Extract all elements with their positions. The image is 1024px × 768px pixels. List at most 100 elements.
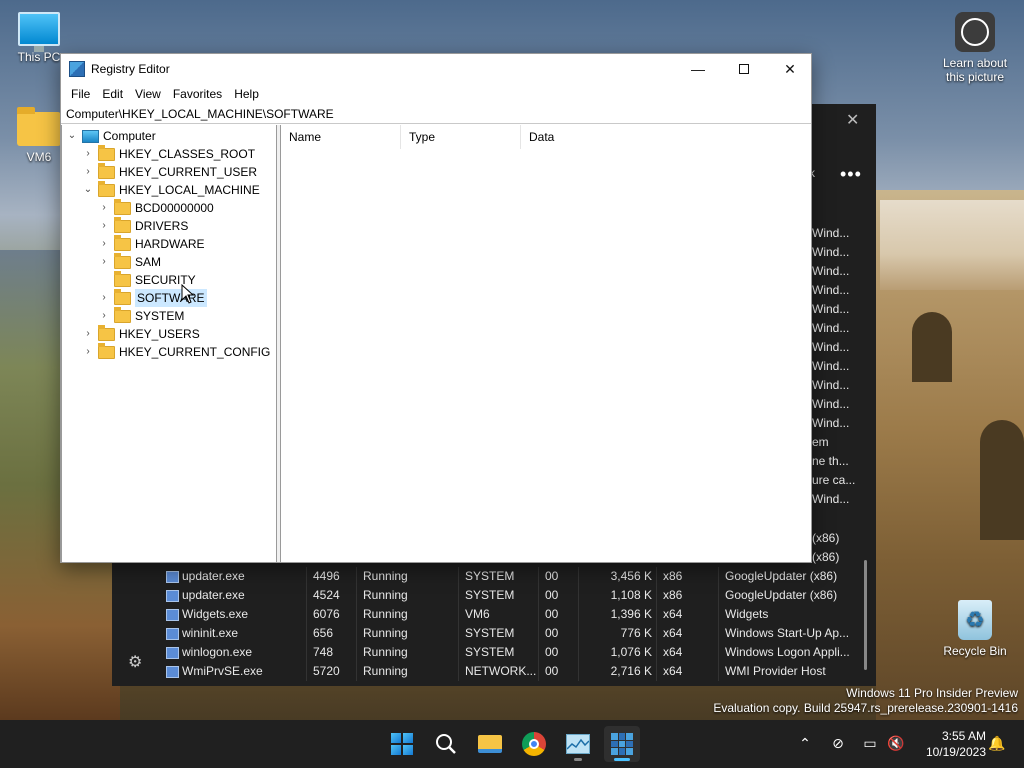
tree-item-bcd[interactable]: › BCD00000000 — [98, 198, 214, 217]
process-status: Running — [356, 605, 458, 624]
title-bar[interactable]: Registry Editor — ✕ — [61, 54, 811, 84]
chevron-right-icon[interactable]: › — [98, 235, 110, 253]
camera-icon — [955, 12, 995, 52]
registry-editor-icon — [611, 733, 633, 755]
chevron-down-icon[interactable]: ⌄ — [82, 181, 94, 199]
windows-start-icon — [391, 733, 413, 755]
settings-gear-icon[interactable]: ⚙ — [128, 652, 142, 672]
menu-help[interactable]: Help — [228, 87, 265, 101]
desktop-icon-learn-about-picture[interactable]: Learn about this picture — [936, 12, 1014, 84]
menu-file[interactable]: File — [65, 87, 96, 101]
active-indicator — [614, 758, 630, 761]
menu-edit[interactable]: Edit — [96, 87, 129, 101]
chevron-right-icon[interactable]: › — [98, 307, 110, 325]
process-pid: 6076 — [306, 605, 356, 624]
registry-editor-window[interactable]: Registry Editor — ✕ File Edit View Favor… — [60, 53, 812, 563]
chevron-right-icon[interactable]: › — [98, 217, 110, 235]
scrollbar-thumb[interactable] — [864, 560, 867, 670]
chevron-right-icon[interactable]: › — [82, 163, 94, 181]
chevron-right-icon[interactable]: › — [82, 325, 94, 343]
tree-item-label: HKEY_LOCAL_MACHINE — [119, 183, 260, 197]
file-explorer-button[interactable] — [472, 726, 508, 762]
tm-desc-cell: ne th... — [812, 454, 849, 468]
registry-tree[interactable]: ⌄ Computer › HKEY_CLASSES_ROOT › HKEY_CU… — [61, 125, 277, 562]
more-options-icon[interactable]: ••• — [840, 164, 862, 185]
tree-item-hkcc[interactable]: › HKEY_CURRENT_CONFIG — [82, 342, 270, 361]
tm-desc-cell: em — [812, 435, 829, 449]
tm-desc-cell: Wind... — [812, 397, 850, 411]
close-icon[interactable]: ✕ — [846, 110, 859, 130]
address-bar[interactable]: Computer\HKEY_LOCAL_MACHINE\SOFTWARE — [61, 104, 811, 124]
process-arch: x64 — [656, 605, 718, 624]
chevron-right-icon[interactable]: › — [98, 199, 110, 217]
tree-item-hardware[interactable]: › HARDWARE — [98, 234, 205, 253]
search-button[interactable] — [428, 726, 464, 762]
process-description: GoogleUpdater (x86) — [718, 586, 858, 605]
process-status: Running — [356, 586, 458, 605]
start-button[interactable] — [384, 726, 420, 762]
column-header-type[interactable]: Type — [401, 125, 521, 149]
display-icon[interactable]: ▭ — [858, 720, 882, 768]
show-hidden-icons-chevron-up-icon[interactable]: ⌃ — [794, 720, 816, 768]
process-status: Running — [356, 643, 458, 662]
chevron-right-icon[interactable]: › — [98, 289, 110, 307]
table-row[interactable]: updater.exe 4524 Running SYSTEM 00 1,108… — [160, 586, 860, 605]
minimize-button[interactable]: — — [675, 54, 721, 84]
tm-desc-cell: (x86) — [812, 550, 840, 564]
tm-desc-cell: Wind... — [812, 378, 850, 392]
process-pid: 5720 — [306, 662, 356, 681]
menu-view[interactable]: View — [129, 87, 167, 101]
watermark-line-1: Windows 11 Pro Insider Preview — [846, 686, 1018, 700]
table-row[interactable]: winlogon.exe 748 Running SYSTEM 00 1,076… — [160, 643, 860, 662]
values-list[interactable]: Name Type Data — [281, 125, 811, 562]
registry-editor-taskbar-button[interactable] — [604, 726, 640, 762]
table-row[interactable]: WmiPrvSE.exe 5720 Running NETWORK... 00 … — [160, 662, 860, 681]
tree-item-computer[interactable]: ⌄ Computer — [66, 127, 156, 145]
tree-item-sam[interactable]: › SAM — [98, 252, 162, 271]
tree-item-hkcr[interactable]: › HKEY_CLASSES_ROOT — [82, 144, 256, 163]
menu-favorites[interactable]: Favorites — [167, 87, 228, 101]
process-pid: 4524 — [306, 586, 356, 605]
close-button[interactable]: ✕ — [767, 54, 813, 84]
chevron-right-icon[interactable]: › — [82, 145, 94, 163]
tree-item-hkcu[interactable]: › HKEY_CURRENT_USER — [82, 162, 258, 181]
chrome-button[interactable] — [516, 726, 552, 762]
tree-item-label: SAM — [135, 255, 162, 269]
folder-icon — [98, 324, 115, 341]
chevron-down-icon[interactable]: ⌄ — [66, 127, 78, 145]
registry-editor-icon — [69, 61, 85, 77]
process-table: updater.exe 4496 Running SYSTEM 00 3,456… — [160, 567, 860, 681]
table-row[interactable]: wininit.exe 656 Running SYSTEM 00 776 K … — [160, 624, 860, 643]
network-disconnected-icon[interactable]: ⊘ — [826, 720, 850, 768]
process-user: SYSTEM — [458, 624, 538, 643]
desktop-icon-recycle-bin[interactable]: ♻ Recycle Bin — [936, 600, 1014, 658]
notification-bell-icon[interactable]: 🔔 — [986, 720, 1008, 768]
process-memory: 2,716 K — [578, 662, 656, 681]
tree-item-hku[interactable]: › HKEY_USERS — [82, 324, 200, 343]
chevron-right-icon[interactable]: › — [98, 253, 110, 271]
process-cpu: 00 — [538, 662, 578, 681]
table-row[interactable]: Widgets.exe 6076 Running VM6 00 1,396 K … — [160, 605, 860, 624]
chrome-icon — [522, 732, 546, 756]
tree-item-hklm[interactable]: ⌄ HKEY_LOCAL_MACHINE — [82, 180, 260, 199]
close-icon: ✕ — [784, 60, 796, 77]
maximize-button[interactable] — [721, 54, 767, 84]
tree-item-label: HKEY_CURRENT_USER — [119, 165, 258, 179]
column-header-data[interactable]: Data — [521, 125, 641, 149]
task-manager-button[interactable] — [560, 726, 596, 762]
process-status: Running — [356, 624, 458, 643]
tree-item-label: HKEY_USERS — [119, 327, 200, 341]
system-clock[interactable]: 3:55 AM 10/19/2023 — [914, 728, 986, 760]
tree-item-drivers[interactable]: › DRIVERS — [98, 216, 188, 235]
tree-item-label-selected: SOFTWARE — [135, 289, 207, 307]
tree-item-label: HKEY_CLASSES_ROOT — [119, 147, 256, 161]
process-name: updater.exe — [182, 588, 245, 602]
table-row[interactable]: updater.exe 4496 Running SYSTEM 00 3,456… — [160, 567, 860, 586]
monitor-icon — [18, 12, 60, 52]
process-memory: 776 K — [578, 624, 656, 643]
scrollbar[interactable] — [862, 200, 870, 670]
tree-item-system[interactable]: › SYSTEM — [98, 306, 184, 325]
column-header-name[interactable]: Name — [281, 125, 401, 149]
speaker-muted-icon[interactable]: 🔇 — [884, 720, 908, 768]
chevron-right-icon[interactable]: › — [82, 343, 94, 361]
